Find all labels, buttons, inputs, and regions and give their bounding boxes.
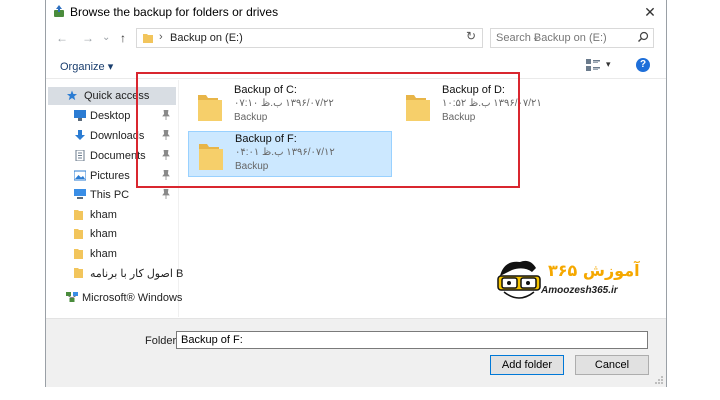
- breadcrumb-location[interactable]: Backup on (E:): [170, 32, 243, 44]
- sidebar-item-label: kham: [90, 209, 117, 221]
- documents-icon: [75, 150, 85, 161]
- desktop-icon: [74, 110, 86, 121]
- sidebar-item-label: B اصول کار با برنامه: [90, 268, 184, 280]
- sidebar-item-this-pc[interactable]: This PC: [46, 186, 178, 204]
- downloads-icon: [75, 130, 85, 140]
- folder-icon: [143, 34, 153, 43]
- sidebar-item-persian-folder[interactable]: B اصول کار با برنامه: [46, 264, 183, 282]
- view-options-icon[interactable]: [586, 59, 600, 71]
- refresh-button[interactable]: ↻: [466, 29, 476, 43]
- sidebar-item-label: Pictures: [90, 170, 130, 182]
- logo-website: Amoozesh365.ir: [541, 285, 618, 296]
- search-icon[interactable]: [637, 31, 649, 43]
- pictures-icon: [74, 170, 86, 181]
- backup-app-icon: [54, 5, 64, 17]
- amoozesh365-logo: آموزش ۳۶۵: [497, 260, 640, 299]
- forward-button[interactable]: →: [82, 29, 94, 47]
- organize-label: Organize: [60, 61, 105, 73]
- highlight-annotation-box: [136, 72, 520, 188]
- folder-icon: [74, 229, 83, 239]
- close-button[interactable]: ✕: [640, 2, 660, 22]
- sidebar-item-label: This PC: [90, 189, 130, 201]
- star-icon: [66, 90, 78, 101]
- breadcrumb-separator: ›: [159, 31, 163, 43]
- window-title: Browse the backup for folders or drives: [70, 5, 279, 19]
- sidebar-item-label: Desktop: [90, 110, 131, 122]
- sidebar-item-kham-3[interactable]: kham: [46, 245, 178, 263]
- logo-text: آموزش ۳۶۵: [548, 260, 640, 280]
- address-bar[interactable]: › Backup on (E:) ⌄: [136, 28, 540, 48]
- browse-dialog: Browse the backup for folders or drives …: [45, 0, 667, 387]
- back-button[interactable]: ←: [56, 29, 68, 47]
- recent-locations-dropdown[interactable]: ⌄: [102, 29, 110, 47]
- organize-button[interactable]: Organize ▾: [60, 60, 113, 73]
- sidebar-item-label: kham: [90, 248, 117, 260]
- help-button[interactable]: ?: [636, 58, 650, 72]
- sidebar-item-label: kham: [90, 228, 117, 240]
- search-input[interactable]: Search Backup on (E:): [496, 32, 607, 44]
- search-box[interactable]: Search Backup on (E:): [490, 28, 654, 48]
- dialog-footer: Folder: Add folder Cancel: [46, 318, 666, 387]
- sidebar-item-microsoft-windows[interactable]: Microsoft® Windows: [46, 289, 182, 307]
- folder-label: Folder:: [145, 335, 180, 347]
- folder-icon: [74, 268, 83, 278]
- computer-icon: [74, 189, 86, 199]
- network-icon: [66, 292, 78, 302]
- resize-grip-icon[interactable]: [654, 375, 664, 385]
- add-folder-button[interactable]: Add folder: [490, 355, 564, 375]
- sidebar-item-kham-2[interactable]: kham: [46, 225, 178, 243]
- folder-icon: [74, 249, 83, 259]
- folder-icon: [74, 210, 83, 220]
- sidebar-item-kham-1[interactable]: kham: [46, 206, 178, 224]
- caret-down-icon: ▾: [107, 61, 114, 73]
- sidebar-item-label: Microsoft® Windows: [82, 292, 183, 304]
- folder-name-input[interactable]: [176, 331, 648, 349]
- pin-icon: [162, 189, 170, 199]
- address-row: ← → ⌄ ↑ › Backup on (E:) ⌄ ↻ Search Back…: [46, 28, 666, 48]
- up-button[interactable]: ↑: [120, 29, 126, 47]
- cancel-button[interactable]: Cancel: [575, 355, 649, 375]
- view-dropdown-icon[interactable]: ▾: [606, 59, 611, 70]
- title-bar: Browse the backup for folders or drives …: [46, 0, 666, 24]
